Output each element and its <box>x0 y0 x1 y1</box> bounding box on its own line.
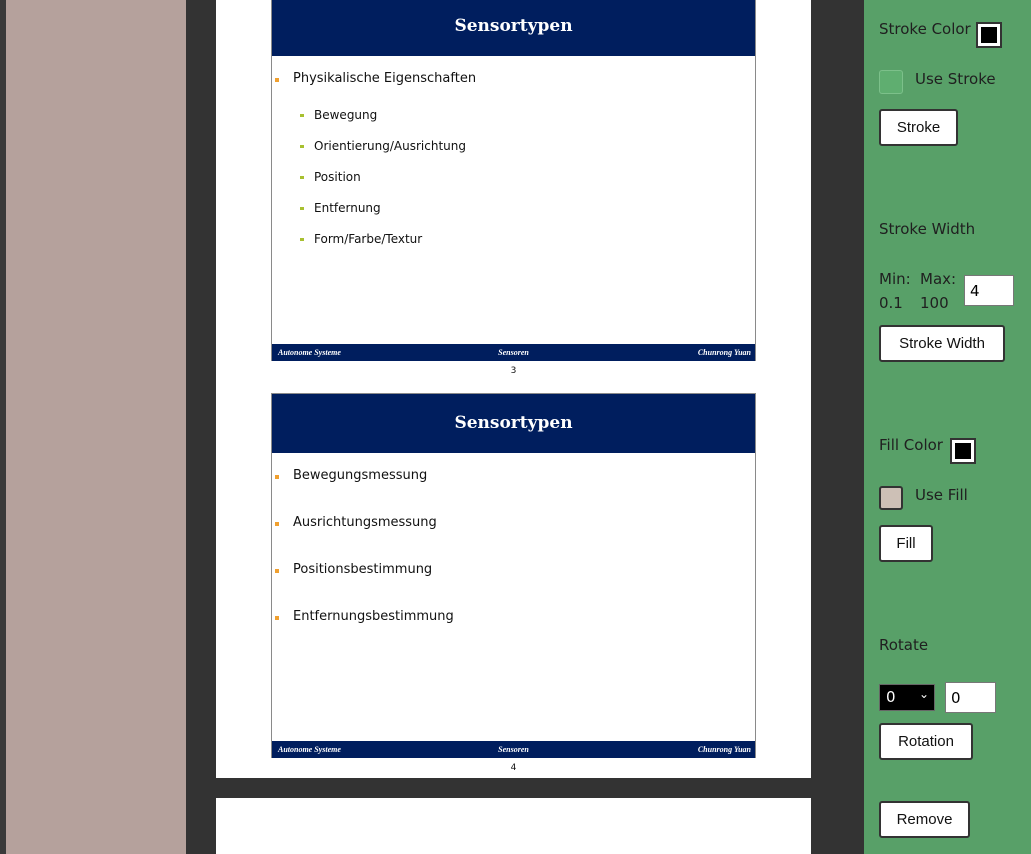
bullet-marker <box>300 238 304 241</box>
list-item: Entfernungsbestimmung <box>275 609 454 624</box>
rotate-input[interactable] <box>945 682 996 713</box>
use-stroke-label: Use Stroke <box>915 70 996 88</box>
slide-footer: Autonome Systeme Sensoren Chunrong Yuan <box>272 741 755 758</box>
use-fill-label: Use Fill <box>915 486 968 504</box>
list-item: Physikalische Eigenschaften <box>275 71 476 86</box>
list-item: Positionsbestimmung <box>275 562 432 577</box>
left-sidebar-panel <box>6 0 186 854</box>
footer-topic: Sensoren <box>498 745 529 754</box>
use-stroke-checkbox[interactable] <box>879 70 903 94</box>
chevron-down-icon: ⌄ <box>918 687 929 701</box>
slide-title: Sensortypen <box>272 0 755 56</box>
bullet-marker <box>275 522 279 526</box>
remove-button[interactable]: Remove <box>879 801 970 838</box>
document-viewer[interactable]: Sensortypen Physikalische Eigenschaften … <box>186 0 864 854</box>
rotate-label: Rotate <box>879 636 929 654</box>
stroke-color-label: Stroke Color <box>879 20 971 38</box>
footer-author: Chunrong Yuan <box>697 348 751 357</box>
list-item: Ausrichtungsmessung <box>275 515 437 530</box>
bullet-marker <box>275 569 279 573</box>
footer-topic: Sensoren <box>498 348 529 357</box>
bullet-marker <box>275 78 279 82</box>
bullet-marker <box>300 145 304 148</box>
fill-color-swatch <box>955 443 971 459</box>
footer-author: Chunrong Yuan <box>697 745 751 754</box>
stroke-color-swatch <box>981 27 997 43</box>
use-fill-checkbox[interactable] <box>879 486 903 510</box>
list-item: Bewegung <box>300 108 377 122</box>
fill-button[interactable]: Fill <box>879 525 933 562</box>
list-item: Orientierung/Ausrichtung <box>300 139 466 153</box>
bullet-marker <box>275 475 279 479</box>
stroke-width-input[interactable] <box>964 275 1014 306</box>
page-number: 4 <box>510 763 517 773</box>
rotate-select[interactable]: 0 ⌄ <box>879 684 935 711</box>
pdf-page <box>216 798 811 854</box>
stroke-button[interactable]: Stroke <box>879 109 958 146</box>
bullet-marker <box>300 207 304 210</box>
list-item: Bewegungsmessung <box>275 468 427 483</box>
rotate-select-value: 0 <box>886 688 896 706</box>
stroke-width-label: Stroke Width <box>879 220 976 238</box>
list-item: Entfernung <box>300 201 381 215</box>
rotation-button[interactable]: Rotation <box>879 723 973 760</box>
stroke-color-picker[interactable] <box>976 22 1002 48</box>
bullet-marker <box>275 616 279 620</box>
slide: Sensortypen Physikalische Eigenschaften … <box>271 0 756 361</box>
list-item: Position <box>300 170 361 184</box>
slide-footer: Autonome Systeme Sensoren Chunrong Yuan <box>272 344 755 361</box>
properties-panel: Stroke Color Use Stroke Stroke Stroke Wi… <box>864 0 1031 854</box>
bullet-marker <box>300 114 304 117</box>
max-value: 100 <box>920 294 949 312</box>
min-label: Min: <box>879 270 911 288</box>
slide: Sensortypen Bewegungsmessung Ausrichtung… <box>271 393 756 758</box>
min-value: 0.1 <box>879 294 903 312</box>
bullet-marker <box>300 176 304 179</box>
fill-color-picker[interactable] <box>950 438 976 464</box>
slide-title: Sensortypen <box>272 394 755 453</box>
list-item: Form/Farbe/Textur <box>300 232 422 246</box>
stroke-width-button[interactable]: Stroke Width <box>879 325 1005 362</box>
max-label: Max: <box>920 270 957 288</box>
pdf-page: Sensortypen Physikalische Eigenschaften … <box>216 0 811 778</box>
page-number: 3 <box>510 366 517 376</box>
fill-color-label: Fill Color <box>879 436 943 454</box>
